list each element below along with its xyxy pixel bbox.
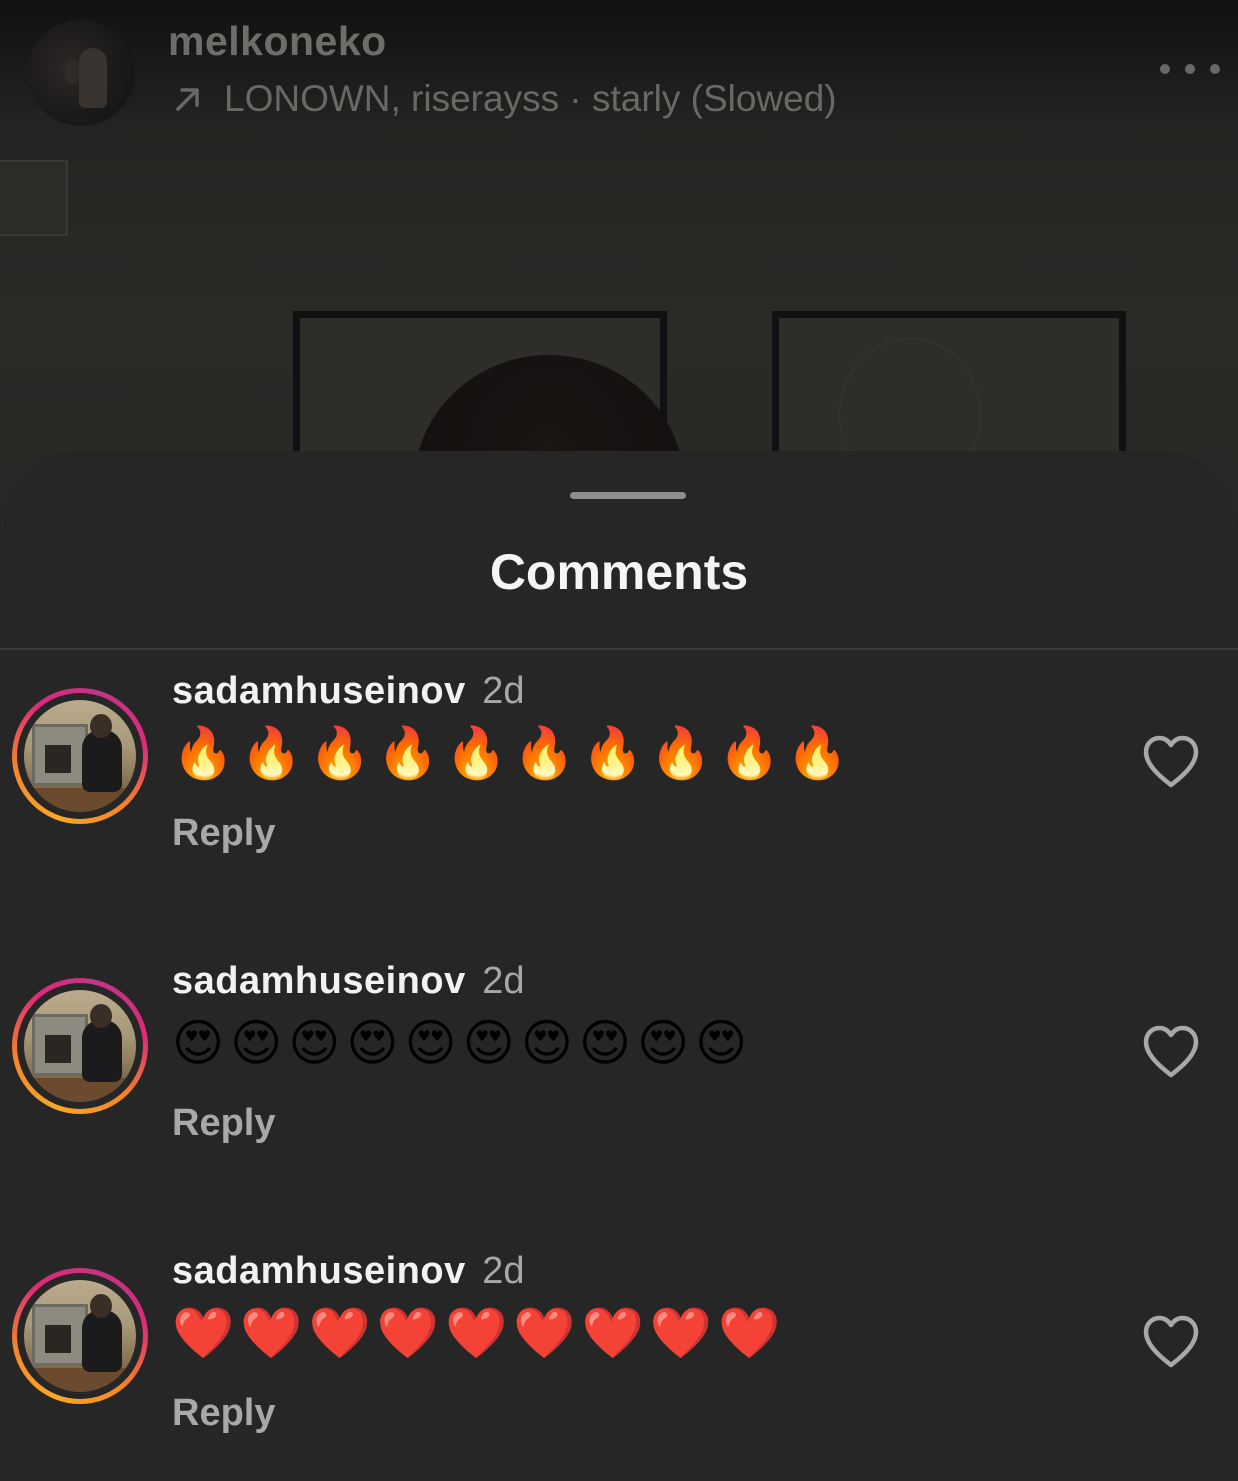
reply-button[interactable]: Reply [172,1102,275,1145]
heart-outline-icon[interactable] [1140,734,1202,790]
post-header: melkoneko LONOWN, riserayss · starly (Sl… [0,0,1238,140]
comment-username[interactable]: sadamhuseinov [172,960,466,1002]
heart-outline-icon[interactable] [1140,1314,1202,1370]
sheet-drag-handle[interactable] [570,492,686,499]
post-music-attribution[interactable]: LONOWN, riserayss · starly (Slowed) [170,78,837,120]
avatar [24,700,136,812]
story-ring[interactable] [12,978,148,1114]
comment-meta: sadamhuseinov 2d [172,960,525,1003]
post-author-avatar[interactable] [27,20,135,126]
wall-switch [0,160,68,236]
comment-meta: sadamhuseinov 2d [172,1250,525,1293]
heart-outline-icon[interactable] [1140,1024,1202,1080]
comment-item: sadamhuseinov 2d 🔥🔥🔥🔥🔥🔥🔥🔥🔥🔥 Reply [0,670,1238,900]
comments-screen: melkoneko LONOWN, riserayss · starly (Sl… [0,0,1238,1481]
comment-item: sadamhuseinov 2d ❤️❤️❤️❤️❤️❤️❤️❤️❤️ Repl… [0,1250,1238,1480]
comment-text: 😍😍😍😍😍😍😍😍😍😍 [172,1014,754,1072]
music-track-label: LONOWN, riserayss · starly (Slowed) [224,78,837,119]
post-username[interactable]: melkoneko [168,18,387,65]
comment-username[interactable]: sadamhuseinov [172,670,466,712]
comment-username[interactable]: sadamhuseinov [172,1250,466,1292]
story-ring[interactable] [12,1268,148,1404]
arrow-up-right-icon [176,88,199,111]
divider [0,648,1238,650]
more-horizontal-icon [1160,64,1170,74]
comment-item: sadamhuseinov 2d 😍😍😍😍😍😍😍😍😍😍 Reply [0,960,1238,1190]
more-options-button[interactable] [1160,54,1220,84]
comment-text: 🔥🔥🔥🔥🔥🔥🔥🔥🔥🔥 [172,724,855,782]
comment-meta: sadamhuseinov 2d [172,670,525,713]
reply-button[interactable]: Reply [172,1392,275,1435]
story-ring[interactable] [12,688,148,824]
comment-text: ❤️❤️❤️❤️❤️❤️❤️❤️❤️ [172,1304,787,1362]
sheet-title: Comments [489,544,749,600]
comment-timestamp: 2d [482,960,525,1002]
avatar [24,990,136,1102]
comment-timestamp: 2d [482,670,525,712]
comment-timestamp: 2d [482,1250,525,1292]
avatar [24,1280,136,1392]
comments-sheet: Comments sadamhuseinov 2d 🔥🔥🔥🔥🔥🔥🔥🔥🔥🔥 Rep… [0,451,1238,1481]
reply-button[interactable]: Reply [172,812,275,855]
